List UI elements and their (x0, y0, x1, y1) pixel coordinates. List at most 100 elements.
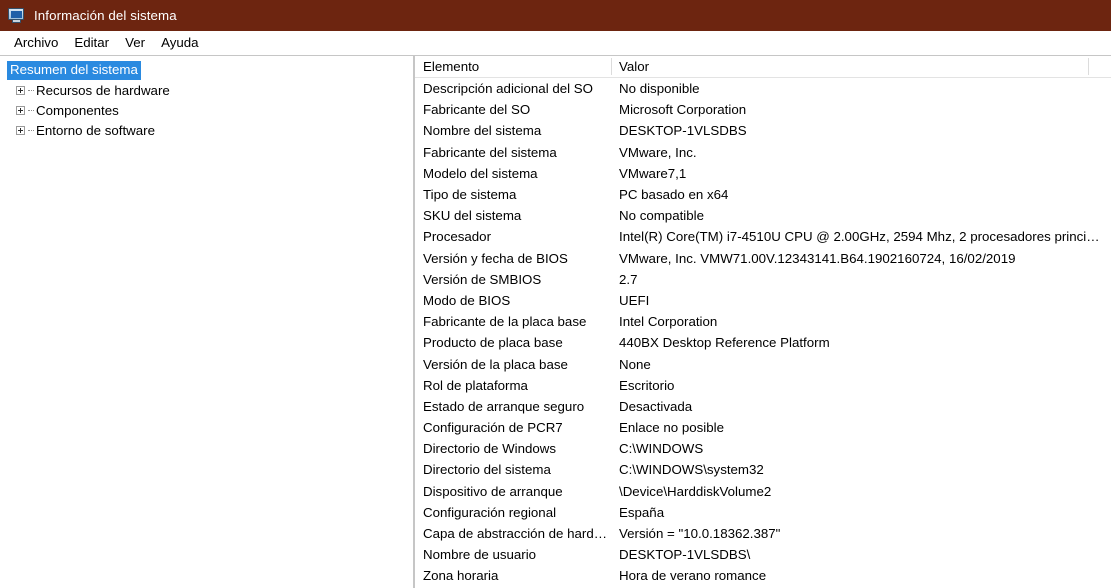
table-row[interactable]: Versión de SMBIOS 2.7 (415, 269, 1111, 290)
cell-elemento: Fabricante de la placa base (423, 314, 587, 330)
cell-elemento: Versión y fecha de BIOS (423, 250, 568, 266)
tree-item-resumen-del-sistema[interactable]: Resumen del sistema (6, 60, 413, 80)
cell-elemento: Versión de la placa base (423, 356, 568, 372)
cell-valor: DESKTOP-1VLSDBS\ (619, 547, 751, 563)
tree-item-entorno-de-software[interactable]: Entorno de software (6, 120, 413, 140)
cell-valor: Enlace no posible (619, 420, 724, 436)
table-row[interactable]: Producto de placa base 440BX Desktop Refe… (415, 332, 1111, 353)
cell-valor: Microsoft Corporation (619, 102, 747, 118)
cell-valor: 440BX Desktop Reference Platform (619, 335, 830, 351)
cell-valor: Escritorio (619, 377, 675, 393)
table-row[interactable]: Modelo del sistema VMware7,1 (415, 163, 1111, 184)
cell-elemento: Tipo de sistema (423, 187, 517, 203)
cell-elemento: Nombre de usuario (423, 547, 537, 563)
computer-icon (8, 7, 25, 24)
cell-elemento: SKU del sistema (423, 208, 522, 224)
cell-elemento: Zona horaria (423, 568, 499, 584)
cell-elemento: Directorio del sistema (423, 462, 551, 478)
cell-valor: VMware, Inc. (619, 144, 697, 160)
cell-valor: DESKTOP-1VLSDBS (619, 123, 747, 139)
menu-item-editar[interactable]: Editar (66, 33, 117, 53)
cell-valor: C:\WINDOWS (619, 441, 704, 457)
cell-valor: España (619, 504, 665, 520)
expand-plus-icon[interactable] (16, 105, 25, 115)
cell-valor: PC basado en x64 (619, 187, 729, 203)
menu-item-ver[interactable]: Ver (117, 33, 153, 53)
table-row[interactable]: Nombre de usuario DESKTOP-1VLSDBS\ (415, 544, 1111, 565)
cell-valor: Intel(R) Core(TM) i7-4510U CPU @ 2.00GHz… (619, 229, 1100, 245)
table-row[interactable]: Fabricante del SO Microsoft Corporation (415, 99, 1111, 120)
window-title: Información del sistema (34, 8, 177, 23)
cell-valor: Hora de verano romance (619, 568, 767, 584)
cell-elemento: Dispositivo de arranque (423, 483, 563, 499)
menu-item-ayuda[interactable]: Ayuda (153, 33, 206, 53)
table-row[interactable]: Versión y fecha de BIOS VMware, Inc. VMW7… (415, 248, 1111, 269)
table-row[interactable]: Procesador Intel(R) Core(TM) i7-4510U CPU… (415, 226, 1111, 247)
cell-valor: \Device\HarddiskVolume2 (619, 483, 772, 499)
cell-elemento: Configuración regional (423, 504, 557, 520)
cell-valor: VMware7,1 (619, 165, 687, 181)
cell-elemento: Modelo del sistema (423, 165, 538, 181)
tree-item-label: Entorno de software (36, 122, 156, 138)
tree-connector-line (28, 129, 34, 131)
tree-item-componentes[interactable]: Componentes (6, 100, 413, 120)
cell-elemento: Descripción adicional del SO (423, 81, 593, 97)
tree-connector-line (28, 109, 34, 111)
cell-elemento: Procesador (423, 229, 491, 245)
cell-valor: C:\WINDOWS\system32 (619, 462, 764, 478)
table-row[interactable]: Configuración de PCR7 Enlace no posible (415, 417, 1111, 438)
cell-valor: Versión = "10.0.18362.387" (619, 526, 781, 542)
cell-valor: Desactivada (619, 398, 693, 414)
table-row[interactable]: Descripción adicional del SO No disponibl… (415, 78, 1111, 99)
system-information-window: Información del sistema Archivo Editar V… (0, 0, 1111, 588)
table-row[interactable]: Configuración regional España (415, 502, 1111, 523)
tree-item-label: Recursos de hardware (36, 82, 170, 98)
cell-elemento: Configuración de PCR7 (423, 420, 563, 436)
column-header-valor[interactable]: Valor (611, 56, 1111, 78)
cell-elemento: Estado de arranque seguro (423, 398, 585, 414)
table-row[interactable]: SKU del sistema No compatible (415, 205, 1111, 226)
cell-elemento: Versión de SMBIOS (423, 271, 542, 287)
list-header: Elemento Valor (415, 56, 1111, 78)
table-row[interactable]: Estado de arranque seguro Desactivada (415, 396, 1111, 417)
table-row[interactable]: Modo de BIOS UEFI (415, 290, 1111, 311)
table-row[interactable]: Directorio del sistema C:\WINDOWS\system3… (415, 459, 1111, 480)
table-row[interactable]: Tipo de sistema PC basado en x64 (415, 184, 1111, 205)
navigation-tree-pane: Resumen del sistema Recursos de hardware… (0, 55, 414, 588)
cell-elemento: Producto de placa base (423, 335, 563, 351)
cell-valor: 2.7 (619, 271, 638, 287)
cell-valor: VMware, Inc. VMW71.00V.12343141.B64.1902… (619, 250, 1016, 266)
details-list-pane: Elemento Valor Descripción adicional del… (414, 55, 1111, 588)
tree-item-label: Componentes (36, 102, 119, 118)
cell-valor: UEFI (619, 292, 650, 308)
expand-plus-icon[interactable] (16, 85, 25, 95)
menu-bar: Archivo Editar Ver Ayuda (0, 31, 1111, 55)
column-header-elemento[interactable]: Elemento (415, 56, 611, 78)
table-row[interactable]: Capa de abstracción de hardw… Versión = "… (415, 523, 1111, 544)
table-row[interactable]: Nombre del sistema DESKTOP-1VLSDBS (415, 120, 1111, 141)
cell-elemento: Rol de plataforma (423, 377, 528, 393)
title-bar: Información del sistema (0, 0, 1111, 31)
tree-item-recursos-de-hardware[interactable]: Recursos de hardware (6, 80, 413, 100)
table-row[interactable]: Zona horaria Hora de verano romance (415, 565, 1111, 586)
cell-elemento: Nombre del sistema (423, 123, 542, 139)
table-row[interactable]: Versión de la placa base None (415, 353, 1111, 374)
table-row[interactable]: Fabricante de la placa base Intel Corpora… (415, 311, 1111, 332)
table-row[interactable]: Directorio de Windows C:\WINDOWS (415, 438, 1111, 459)
table-row[interactable]: Rol de plataforma Escritorio (415, 375, 1111, 396)
column-divider-1[interactable] (611, 58, 612, 75)
tree-connector-line (28, 89, 34, 91)
cell-elemento: Fabricante del sistema (423, 144, 557, 160)
cell-valor: No compatible (619, 208, 704, 224)
cell-valor: None (619, 356, 651, 372)
expand-plus-icon[interactable] (16, 125, 25, 135)
table-row[interactable]: Dispositivo de arranque \Device\HarddiskV… (415, 481, 1111, 502)
content-area: Resumen del sistema Recursos de hardware… (0, 55, 1111, 588)
menu-item-archivo[interactable]: Archivo (6, 33, 66, 53)
cell-elemento: Directorio de Windows (423, 441, 557, 457)
cell-elemento: Modo de BIOS (423, 292, 511, 308)
cell-valor: Intel Corporation (619, 314, 718, 330)
column-divider-2[interactable] (1088, 58, 1089, 75)
table-row[interactable]: Fabricante del sistema VMware, Inc. (415, 142, 1111, 163)
navigation-tree: Resumen del sistema Recursos de hardware… (0, 56, 413, 140)
